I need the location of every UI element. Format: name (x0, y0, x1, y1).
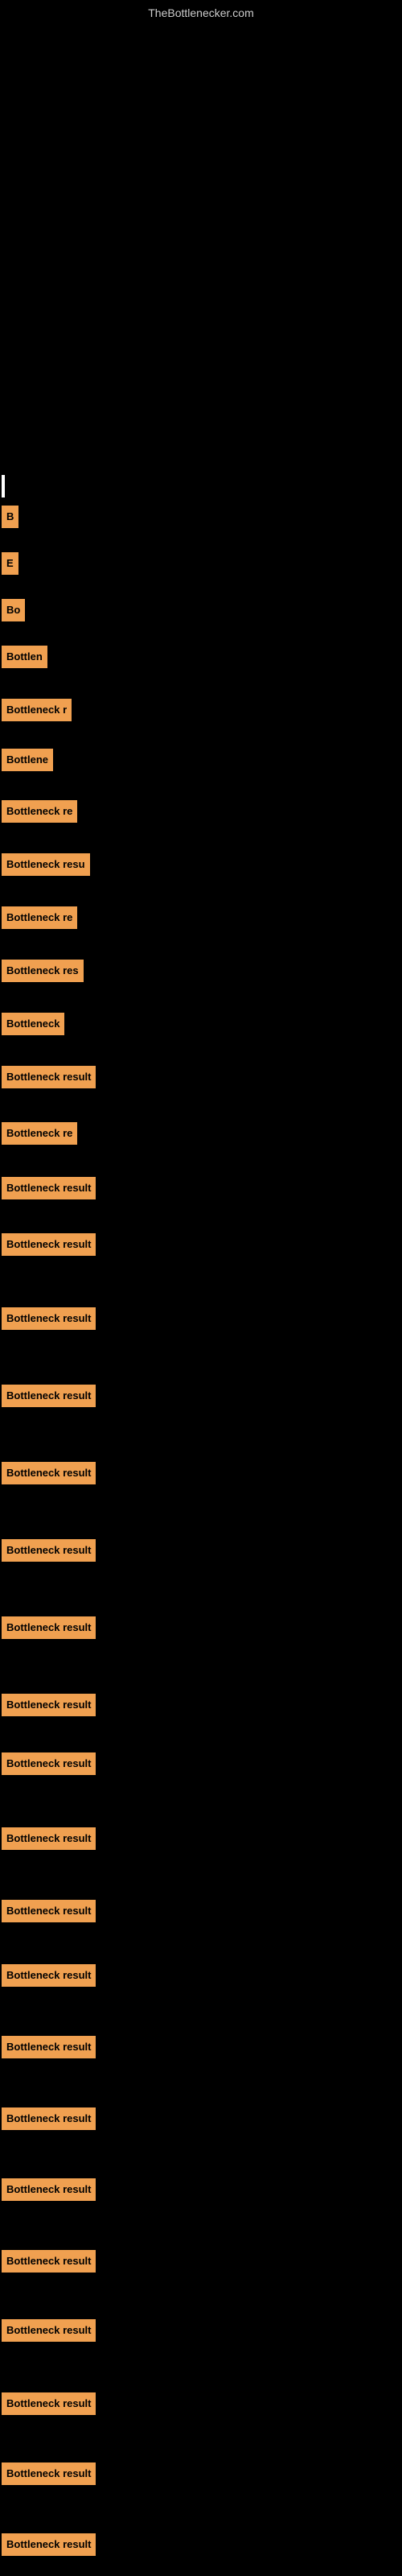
bottleneck-result-15: Bottleneck result (2, 1233, 96, 1256)
bottleneck-result-7: Bottleneck re (2, 800, 77, 823)
cursor-bar (2, 475, 5, 497)
bottleneck-result-23: Bottleneck result (2, 1827, 96, 1850)
bottleneck-result-2: E (2, 552, 18, 575)
bottleneck-result-26: Bottleneck result (2, 2036, 96, 2058)
bottleneck-result-14: Bottleneck result (2, 1177, 96, 1199)
bottleneck-result-1: B (2, 506, 18, 528)
bottleneck-result-21: Bottleneck result (2, 1694, 96, 1716)
bottleneck-result-13: Bottleneck re (2, 1122, 77, 1145)
bottleneck-result-31: Bottleneck result (2, 2392, 96, 2415)
bottleneck-result-18: Bottleneck result (2, 1462, 96, 1484)
site-title: TheBottlenecker.com (148, 6, 254, 19)
bottleneck-result-19: Bottleneck result (2, 1539, 96, 1562)
bottleneck-result-17: Bottleneck result (2, 1385, 96, 1407)
bottleneck-result-33: Bottleneck result (2, 2533, 96, 2556)
bottleneck-result-20: Bottleneck result (2, 1616, 96, 1639)
bottleneck-result-11: Bottleneck (2, 1013, 64, 1035)
bottleneck-result-25: Bottleneck result (2, 1964, 96, 1987)
bottleneck-result-16: Bottleneck result (2, 1307, 96, 1330)
bottleneck-result-22: Bottleneck result (2, 1752, 96, 1775)
bottleneck-result-3: Bo (2, 599, 25, 621)
bottleneck-result-6: Bottlene (2, 749, 53, 771)
bottleneck-result-29: Bottleneck result (2, 2250, 96, 2273)
bottleneck-result-10: Bottleneck res (2, 960, 84, 982)
bottleneck-result-9: Bottleneck re (2, 906, 77, 929)
bottleneck-result-28: Bottleneck result (2, 2178, 96, 2201)
bottleneck-result-8: Bottleneck resu (2, 853, 90, 876)
bottleneck-result-24: Bottleneck result (2, 1900, 96, 1922)
bottleneck-result-4: Bottlen (2, 646, 47, 668)
bottleneck-result-5: Bottleneck r (2, 699, 72, 721)
bottleneck-result-27: Bottleneck result (2, 2107, 96, 2130)
bottleneck-result-12: Bottleneck result (2, 1066, 96, 1088)
bottleneck-result-32: Bottleneck result (2, 2462, 96, 2485)
bottleneck-result-30: Bottleneck result (2, 2319, 96, 2342)
